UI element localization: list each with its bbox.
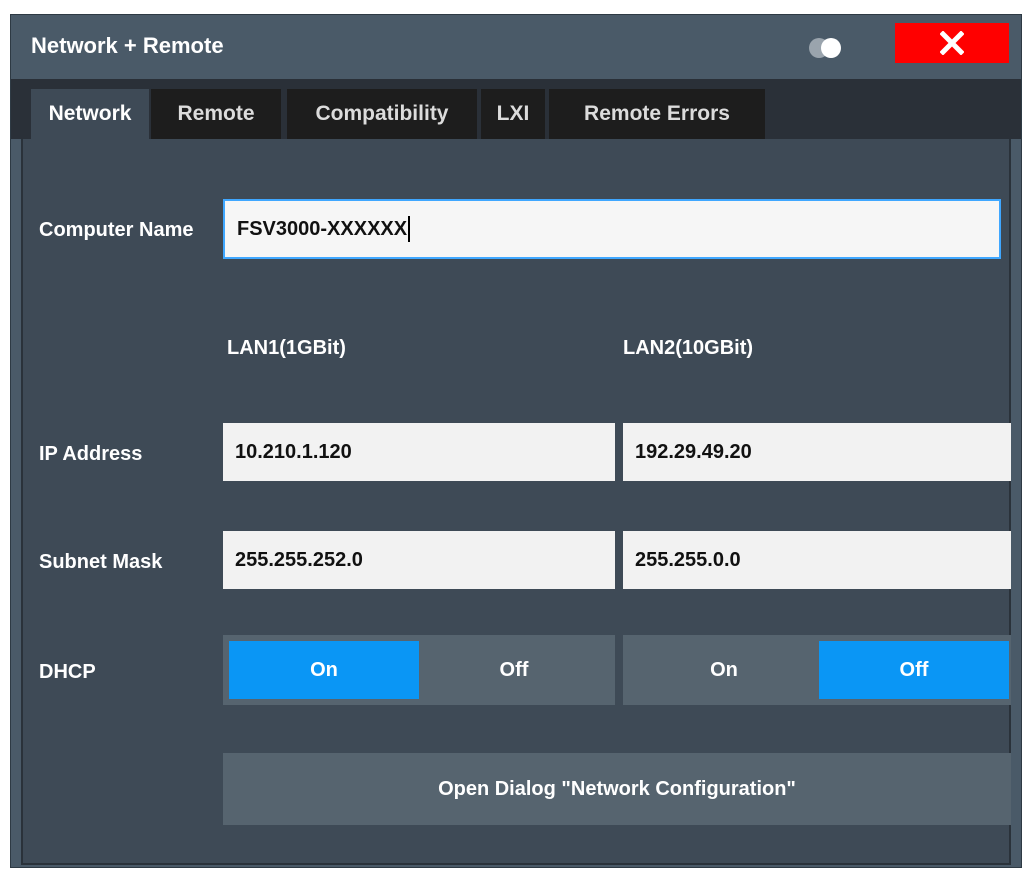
computer-name-input[interactable]: FSV3000-XXXXXX [223,199,1001,259]
lan2-header: LAN2(10GBit) [623,337,754,359]
ip-address-label: IP Address [39,443,143,465]
tab-strip: Network Remote Compatibility LXI Remote … [11,79,1021,139]
text-caret [408,216,411,242]
dhcp-lan1-off-button[interactable]: Off [419,641,609,699]
computer-name-value: FSV3000-XXXXXX [237,217,408,240]
ip-address-lan1-value: 10.210.1.120 [235,440,352,463]
tab-remote[interactable]: Remote [151,89,281,139]
close-button[interactable] [895,23,1009,63]
title-bar: Network + Remote [11,15,1021,79]
tab-lxi[interactable]: LXI [481,89,545,139]
tab-compatibility[interactable]: Compatibility [287,89,477,139]
ip-address-lan1-input[interactable]: 10.210.1.120 [223,423,615,481]
dhcp-label: DHCP [39,661,96,683]
dhcp-lan1-on-button[interactable]: On [229,641,419,699]
network-tab-panel: Computer Name FSV3000-XXXXXX LAN1(1GBit)… [21,139,1011,865]
computer-name-label: Computer Name [39,219,194,241]
display-toggle-icon[interactable] [805,37,853,59]
subnet-mask-lan2-input[interactable]: 255.255.0.0 [623,531,1011,589]
tab-network[interactable]: Network [31,89,149,139]
subnet-mask-lan1-value: 255.255.252.0 [235,548,363,571]
close-icon [940,31,964,55]
dhcp-lan2-off-button[interactable]: Off [819,641,1009,699]
dhcp-lan1-switch: On Off [223,635,615,705]
lan1-header: LAN1(1GBit) [227,337,346,359]
ip-address-lan2-value: 192.29.49.20 [635,440,752,463]
tab-remote-errors[interactable]: Remote Errors [549,89,765,139]
subnet-mask-lan2-value: 255.255.0.0 [635,548,741,571]
dialog-title: Network + Remote [31,33,224,58]
subnet-mask-lan1-input[interactable]: 255.255.252.0 [223,531,615,589]
dhcp-lan2-on-button[interactable]: On [629,641,819,699]
ip-address-lan2-input[interactable]: 192.29.49.20 [623,423,1011,481]
network-remote-dialog: Network + Remote Network Remote Compatib… [10,14,1022,868]
subnet-mask-label: Subnet Mask [39,551,163,573]
open-network-configuration-button[interactable]: Open Dialog "Network Configuration" [223,753,1011,825]
dhcp-lan2-switch: On Off [623,635,1011,705]
